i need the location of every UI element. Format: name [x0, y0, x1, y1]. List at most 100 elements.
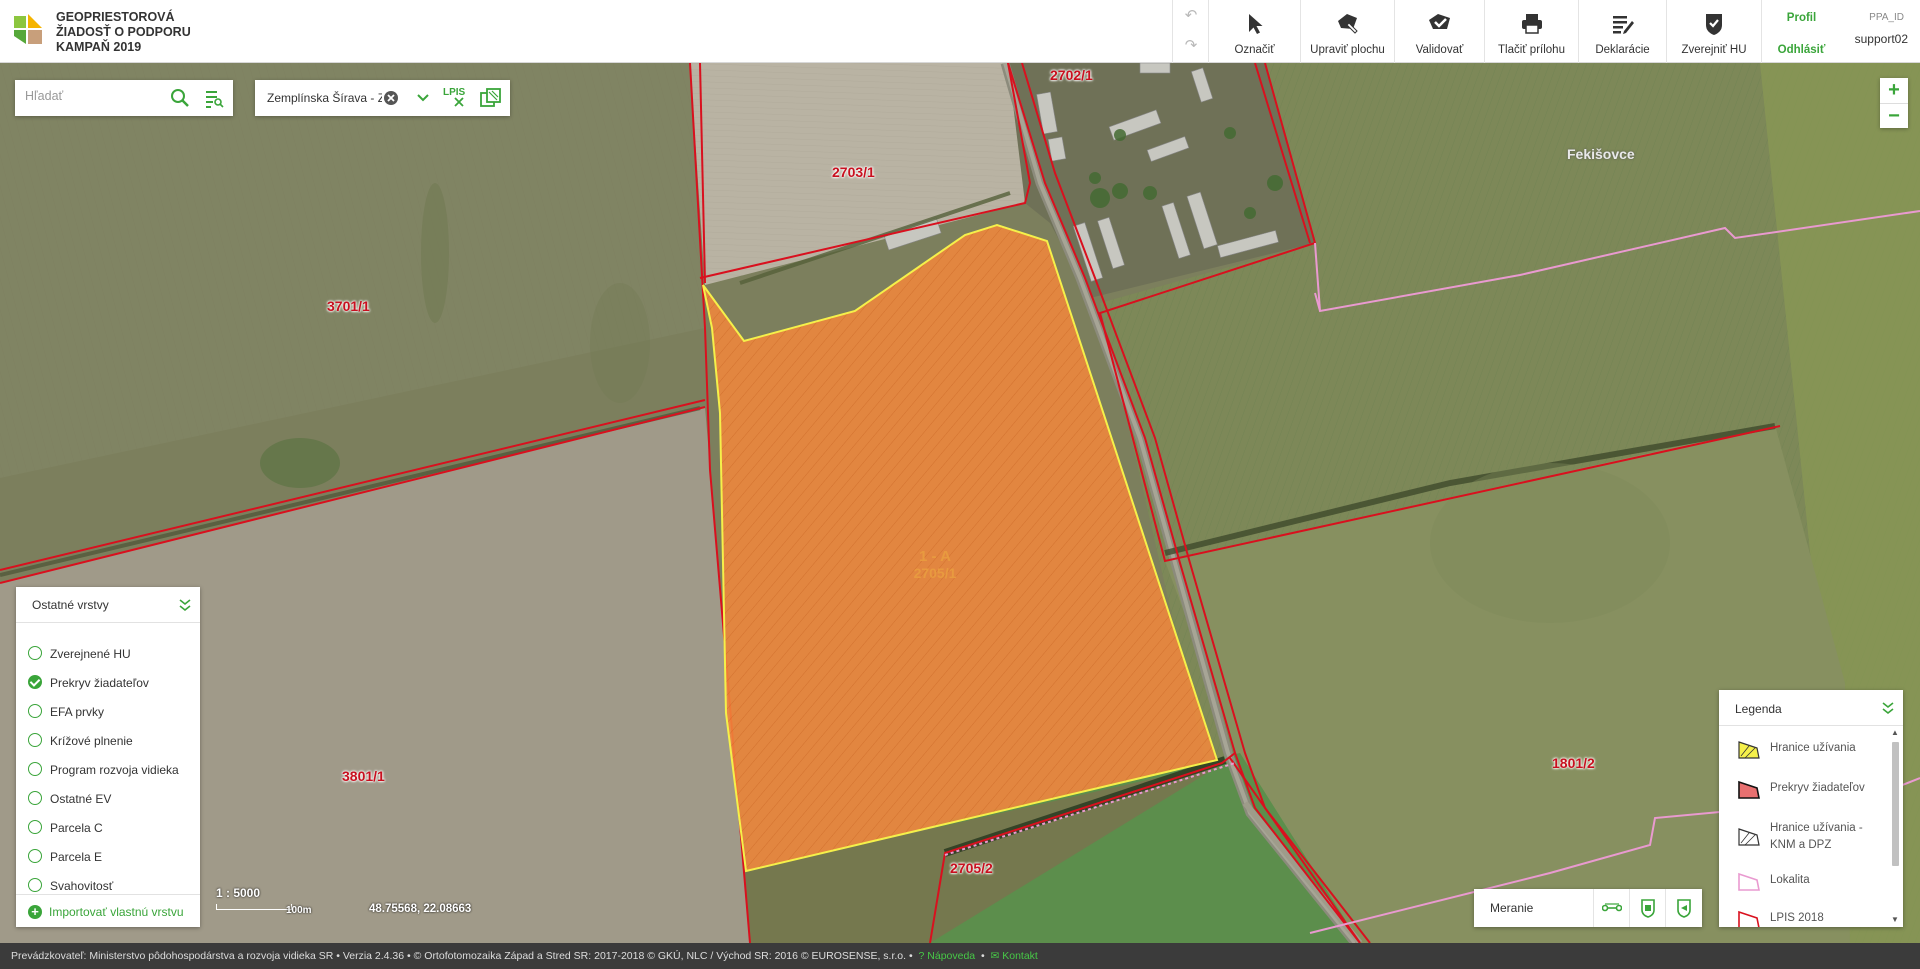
edit-area-label: Upraviť plochu: [1310, 44, 1385, 56]
measurement-label: Meranie: [1490, 901, 1534, 915]
app-title-line-2: ŽIADOSŤ O PODPORU: [56, 25, 191, 39]
layer-label: Krížové plnenie: [50, 734, 133, 748]
zoom-in-button[interactable]: +: [1880, 78, 1908, 103]
publish-hu-button[interactable]: Zverejniť HU: [1666, 0, 1761, 63]
layer-label: Zverejnené HU: [50, 647, 131, 661]
contact-link[interactable]: Kontakt: [1002, 950, 1038, 962]
app-title: GEOPRIESTOROVÁ ŽIADOSŤ O PODPORU KAMPAŇ …: [56, 10, 191, 55]
campaign-select-value[interactable]: Zemplínska Šírava - Z: [267, 91, 382, 105]
layer-radio[interactable]: [28, 675, 42, 689]
legend-scrollbar[interactable]: ▲ ▼: [1889, 728, 1901, 924]
measure-distance-button[interactable]: [1593, 889, 1629, 927]
clear-icon[interactable]: [383, 90, 399, 106]
search-icon[interactable]: [170, 88, 190, 108]
parcel-label[interactable]: 1801/2: [1552, 755, 1595, 771]
other-layers-panel: Ostatné vrstvy Zverejnené HU Prekryv žia…: [16, 587, 200, 927]
declarations-button[interactable]: Deklarácie: [1578, 0, 1666, 63]
chevron-down-icon[interactable]: [414, 89, 432, 107]
lpis-toggle-button[interactable]: LPIS: [443, 87, 467, 109]
edit-polygon-icon: [1337, 14, 1358, 34]
legend-header[interactable]: Legenda: [1719, 690, 1903, 726]
import-layer-label: Importovať vlastnú vrstvu: [49, 905, 184, 919]
layer-radio[interactable]: [28, 820, 42, 834]
legend-item-label: Hranice užívania: [1770, 742, 1856, 754]
redo-icon[interactable]: ↷: [1183, 38, 1199, 54]
layer-radio[interactable]: [28, 791, 42, 805]
collapse-chevron-icon[interactable]: [1881, 699, 1895, 717]
lpis-off-icon: [454, 97, 464, 107]
layer-label: Ostatné EV: [50, 792, 112, 806]
zoom-out-button[interactable]: −: [1880, 103, 1908, 128]
edit-area-button[interactable]: Upraviť plochu: [1300, 0, 1394, 63]
legend-item: Hranice užívania: [1737, 738, 1887, 764]
help-link[interactable]: Nápoveda: [927, 950, 975, 962]
profile-link[interactable]: Profil: [1762, 12, 1841, 24]
search-panel: [15, 80, 233, 116]
map-scale-ratio: 1 : 5000: [216, 886, 261, 900]
legend-item-label: Prekryv žiadateľov: [1770, 782, 1865, 794]
user-id-label: PPA_ID: [1869, 12, 1904, 23]
collapse-chevron-icon[interactable]: [178, 596, 192, 614]
app-header: GEOPRIESTOROVÁ ŽIADOSŤ O PODPORU KAMPAŇ …: [0, 0, 1920, 63]
print-attachment-button[interactable]: Tlačiť prílohu: [1484, 0, 1578, 63]
declarations-label: Deklarácie: [1595, 44, 1650, 56]
map-canvas[interactable]: 2703/1 2702/1 3701/1 3801/1 2705/2 1801/…: [0, 63, 1920, 943]
layers-panel-header[interactable]: Ostatné vrstvy: [16, 587, 200, 623]
layer-radio[interactable]: [28, 762, 42, 776]
select-tool-button[interactable]: Označiť: [1208, 0, 1300, 63]
measure-polygon-icon: [1677, 899, 1691, 918]
selected-block-label[interactable]: 1 - A 2705/1: [890, 548, 980, 582]
legend-panel: Legenda Hranice užívania Prekryv žiadate…: [1719, 690, 1903, 927]
layer-label: Parcela E: [50, 850, 103, 864]
layer-label: Parcela C: [50, 821, 103, 835]
layer-label: Svahovitosť: [50, 879, 114, 893]
layer-label: Prekryv žiadateľov: [50, 676, 149, 690]
measure-area-button[interactable]: [1629, 889, 1665, 927]
measure-distance-icon: [1602, 903, 1622, 912]
validate-button[interactable]: Validovať: [1394, 0, 1484, 63]
undo-icon[interactable]: ↶: [1183, 8, 1199, 24]
scroll-down-icon[interactable]: ▼: [1891, 915, 1899, 924]
legend-item-label: Lokalita: [1770, 874, 1810, 886]
scroll-up-icon[interactable]: ▲: [1891, 728, 1899, 737]
print-attachment-label: Tlačiť prílohu: [1498, 44, 1565, 56]
usage-boundary-swatch-icon: [1738, 741, 1760, 759]
import-layer-button[interactable]: + Importovať vlastnú vrstvu: [16, 894, 200, 927]
legend-item-label: Hranice užívania - KNM a DPZ: [1770, 822, 1863, 851]
layer-radio[interactable]: [28, 878, 42, 892]
app-title-line-1: GEOPRIESTOROVÁ: [56, 10, 175, 24]
declarations-list-icon: [1612, 16, 1634, 34]
layer-overlay-icon[interactable]: [480, 88, 502, 108]
legend-item: Hranice užívania - KNM a DPZ: [1737, 818, 1887, 854]
legend-title: Legenda: [1735, 702, 1782, 716]
layer-radio[interactable]: [28, 704, 42, 718]
parcel-label[interactable]: 2703/1: [832, 164, 875, 180]
cursor-coordinates: 48.75568, 22.08663: [369, 903, 472, 915]
select-tool-label: Označiť: [1234, 44, 1275, 56]
printer-icon: [1521, 14, 1542, 34]
legend-scrollbar-thumb[interactable]: [1892, 742, 1899, 866]
undo-redo-group: ↶ ↷: [1172, 0, 1208, 63]
layer-radio[interactable]: [28, 849, 42, 863]
layer-radio[interactable]: [28, 646, 42, 660]
app-logo[interactable]: [12, 14, 44, 46]
parcel-label[interactable]: 3801/1: [342, 768, 385, 784]
legend-item: LPIS 2018: [1737, 908, 1887, 927]
legend-item: Lokalita: [1737, 870, 1887, 896]
locality-swatch-icon: [1738, 872, 1760, 891]
place-name-label: Fekišovce: [1567, 146, 1635, 162]
parcel-label[interactable]: 3701/1: [327, 298, 370, 314]
zoom-control: + −: [1880, 78, 1908, 128]
scale-bar: [216, 904, 292, 910]
logout-link[interactable]: Odhlásiť: [1762, 44, 1841, 56]
layer-radio[interactable]: [28, 733, 42, 747]
user-info: PPA_ID support02: [1841, 0, 1920, 63]
app-title-line-3: KAMPAŇ 2019: [56, 40, 142, 54]
parcel-label[interactable]: 2705/2: [950, 860, 993, 876]
layers-panel-title: Ostatné vrstvy: [32, 598, 109, 612]
search-input[interactable]: [25, 89, 165, 103]
profile-group: Profil Odhlásiť: [1761, 0, 1841, 63]
measure-polygon-button[interactable]: [1665, 889, 1701, 927]
search-list-icon[interactable]: [204, 88, 224, 108]
parcel-label[interactable]: 2702/1: [1050, 67, 1093, 83]
